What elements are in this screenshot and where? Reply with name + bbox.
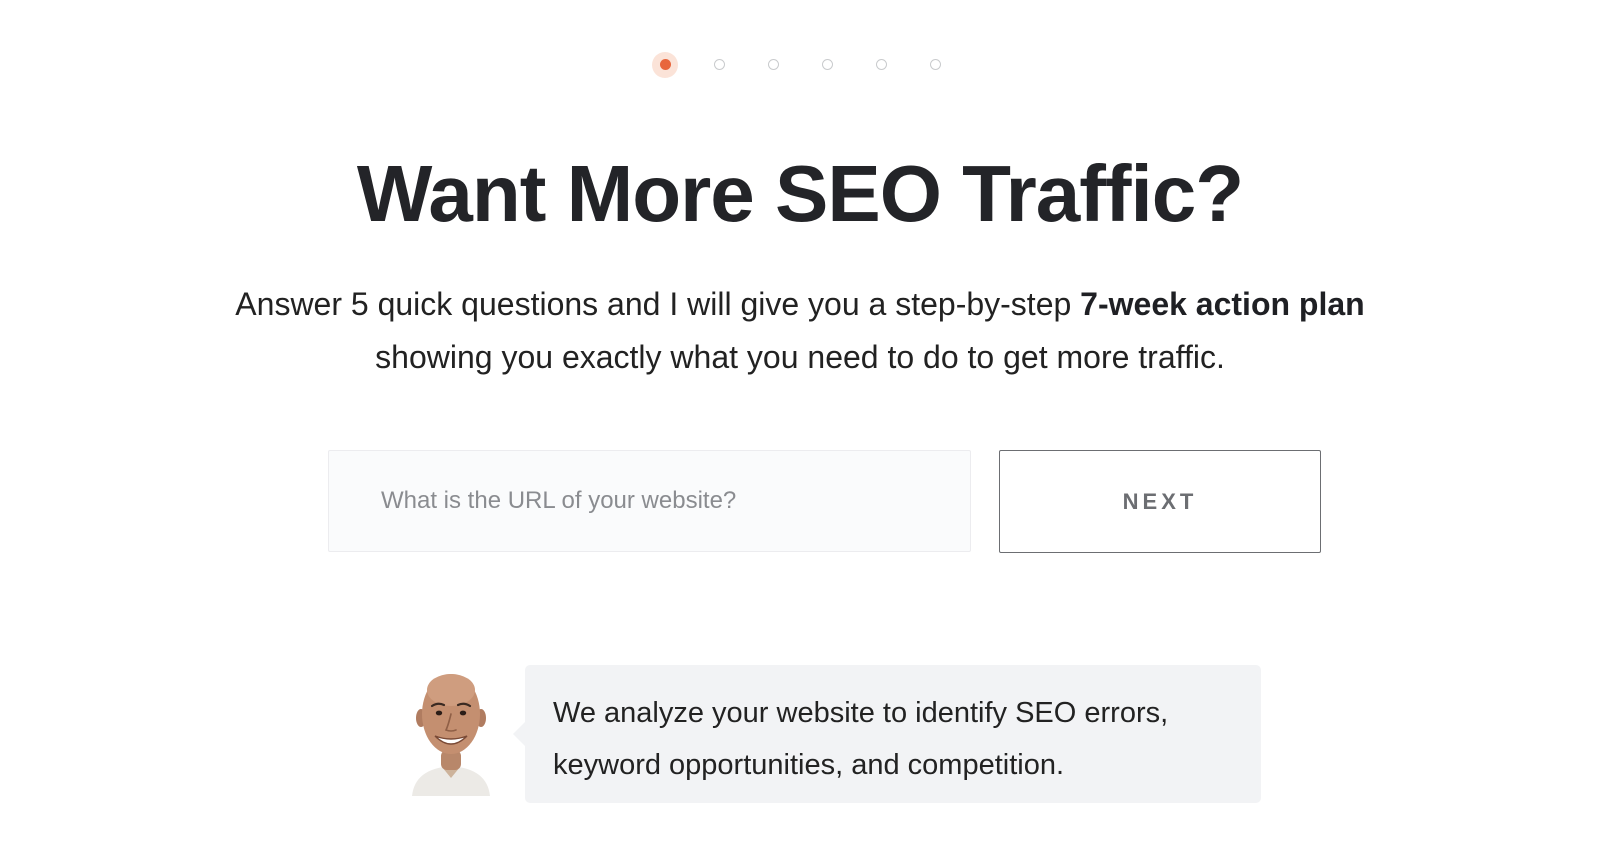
subtitle-prefix: Answer 5 quick questions and I will give… — [235, 286, 1081, 322]
page-subtitle: Answer 5 quick questions and I will give… — [200, 278, 1400, 384]
progress-step-3[interactable] — [767, 59, 779, 70]
author-avatar — [412, 674, 490, 796]
progress-step-2[interactable] — [713, 59, 725, 70]
subtitle-suffix: showing you exactly what you need to do … — [375, 339, 1225, 375]
testimonial-text: We analyze your website to identify SEO … — [553, 697, 1169, 781]
website-url-input[interactable] — [328, 450, 971, 552]
progress-step-5[interactable] — [875, 59, 887, 70]
progress-step-1[interactable] — [652, 51, 678, 78]
testimonial-bubble: We analyze your website to identify SEO … — [513, 665, 1261, 803]
progress-step-6[interactable] — [929, 59, 941, 70]
next-button[interactable]: NEXT — [999, 450, 1321, 553]
subtitle-emphasis: 7-week action plan — [1080, 286, 1365, 322]
progress-step-4[interactable] — [821, 59, 833, 70]
page-title: Want More SEO Traffic? — [356, 149, 1244, 238]
progress-steps — [0, 51, 1600, 78]
